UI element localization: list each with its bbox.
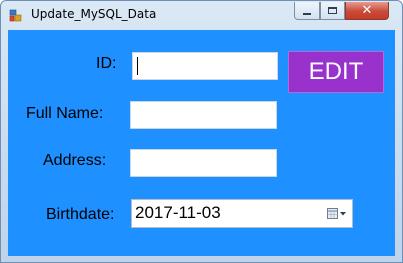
birthdate-picker[interactable]: 2017-11-03 (131, 199, 353, 228)
birthdate-value: 2017-11-03 (135, 203, 221, 222)
close-icon: ✕ (361, 3, 373, 18)
title-bar[interactable]: Update_MySQL_Data ✕ (1, 1, 402, 29)
form-client-area: ID: EDIT Full Name: Address: Birthdate: … (8, 30, 395, 256)
close-button[interactable]: ✕ (345, 2, 389, 20)
window-title: Update_MySQL_Data (31, 7, 157, 21)
id-input[interactable] (132, 52, 278, 80)
address-label: Address: (43, 152, 107, 169)
address-input[interactable] (130, 149, 277, 177)
fullname-label: Full Name: (26, 105, 104, 122)
fullname-input[interactable] (130, 101, 277, 129)
birthdate-label: Birthdate: (46, 206, 115, 223)
edit-button[interactable]: EDIT (288, 51, 384, 93)
minimize-icon (303, 12, 311, 15)
calendar-dropdown-icon[interactable] (327, 208, 347, 220)
id-label: ID: (96, 55, 117, 72)
app-icon (9, 9, 22, 22)
text-caret (137, 57, 138, 75)
app-window: Update_MySQL_Data ✕ ID: EDIT Full Name: … (0, 0, 403, 263)
minimize-button[interactable] (294, 2, 320, 20)
maximize-button[interactable] (320, 2, 345, 20)
maximize-icon (328, 7, 337, 14)
